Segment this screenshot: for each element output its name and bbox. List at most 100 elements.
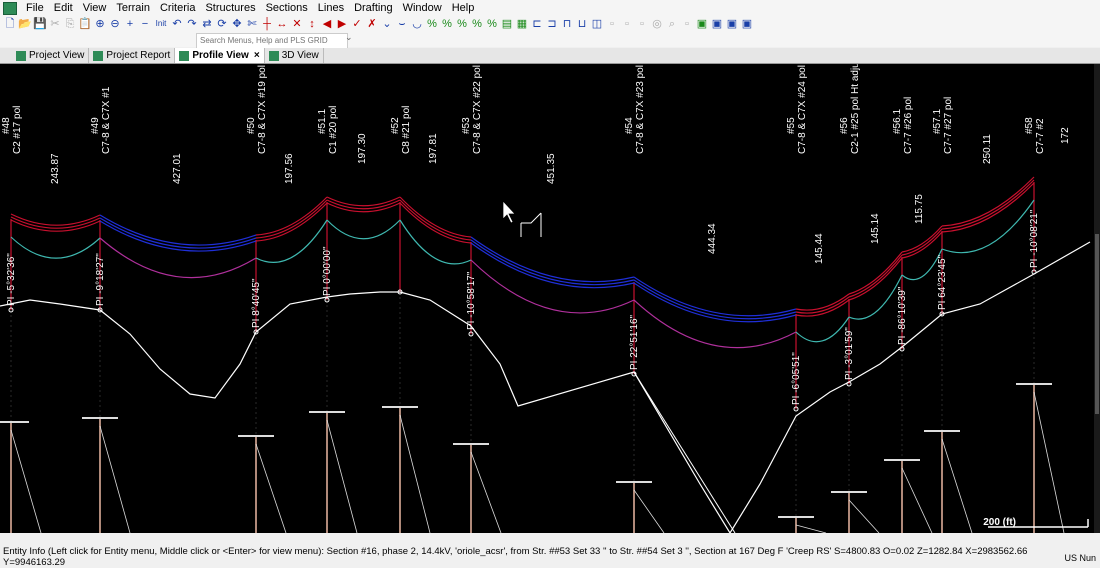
menu-structures[interactable]: Structures xyxy=(200,0,260,16)
insert-cursor-icon xyxy=(520,212,542,237)
profile-2-icon[interactable]: ⊐ xyxy=(545,17,559,31)
structure-right-icon[interactable]: ▶ xyxy=(335,17,349,31)
image-2-icon[interactable]: ▣ xyxy=(710,17,724,31)
disabled-2-icon[interactable]: ▫ xyxy=(620,17,634,31)
structure-type-label: C7-7 #2 xyxy=(1035,118,1046,154)
structure-type-label: C7-8 & C7X #23 pol xyxy=(635,65,646,154)
profile-drawing[interactable]: #48 C2 #17 polPI -5°32'36"#49 C7-8 & C7X #… xyxy=(0,64,1100,533)
percent-2-icon[interactable]: % xyxy=(440,17,454,31)
pan-icon[interactable]: ✥ xyxy=(230,17,244,31)
plus-icon[interactable]: + xyxy=(123,17,137,31)
menu-edit[interactable]: Edit xyxy=(49,0,78,16)
structure-cross-icon[interactable]: ✗ xyxy=(365,17,379,31)
new-icon[interactable]: 🗋 xyxy=(3,17,17,31)
delete-structure-icon[interactable]: ✕ xyxy=(290,17,304,31)
structure-id-label: #54 xyxy=(624,117,635,134)
menu-help[interactable]: Help xyxy=(447,0,480,16)
sag-tension-icon[interactable]: ⌣ xyxy=(395,17,409,31)
span-length-label: 145.44 xyxy=(814,233,825,264)
clearance-curve xyxy=(326,219,401,240)
percent-5-icon[interactable]: % xyxy=(485,17,499,31)
structure-left-icon[interactable]: ◀ xyxy=(320,17,334,31)
sag-curve-icon[interactable]: ◡ xyxy=(410,17,424,31)
structure-check-icon[interactable]: ✓ xyxy=(350,17,364,31)
disabled-1-icon[interactable]: ▫ xyxy=(605,17,619,31)
tab-project-view[interactable]: Project View xyxy=(12,48,90,63)
mouse-pointer-icon xyxy=(502,200,516,224)
pi-angle-label: PI -10°08'21" xyxy=(1029,209,1040,268)
menu-drafting[interactable]: Drafting xyxy=(349,0,398,16)
menu-file[interactable]: File xyxy=(21,0,49,16)
rotate-right-icon[interactable]: ↷ xyxy=(185,17,199,31)
zoom-in-icon[interactable]: ⊕ xyxy=(93,17,107,31)
refresh-icon[interactable]: ⟳ xyxy=(215,17,229,31)
copy-icon[interactable]: ⎘ xyxy=(63,17,77,31)
target-icon[interactable]: ◎ xyxy=(650,17,664,31)
guy-wire xyxy=(1033,391,1065,533)
sag-down-icon[interactable]: ⌄ xyxy=(380,17,394,31)
percent-3-icon[interactable]: % xyxy=(455,17,469,31)
span-length-label: 197.81 xyxy=(428,133,439,164)
menu-view[interactable]: View xyxy=(78,0,112,16)
profile-4-icon[interactable]: ⊔ xyxy=(575,17,589,31)
tab-3d-view[interactable]: 3D View xyxy=(265,48,324,63)
span-length-label: 145.14 xyxy=(870,213,881,244)
structure-id-label: #56 xyxy=(839,117,850,134)
image-3-icon[interactable]: ▣ xyxy=(725,17,739,31)
tab-profile-view[interactable]: Profile View × xyxy=(175,48,265,63)
image-1-icon[interactable]: ▣ xyxy=(695,17,709,31)
grid-icon[interactable]: ▦ xyxy=(515,17,529,31)
menu-criteria[interactable]: Criteria xyxy=(155,0,200,16)
pi-angle-label: PI -9°18'27" xyxy=(95,253,106,306)
profile-3-icon[interactable]: ⊓ xyxy=(560,17,574,31)
save-icon[interactable]: 💾 xyxy=(33,17,47,31)
close-icon[interactable]: × xyxy=(254,50,260,61)
structure-id-label: #57.1 xyxy=(932,109,943,134)
structure-type-label: C7-8 & C7X #19 pol xyxy=(257,65,268,154)
insert-structure-icon[interactable]: ↕ xyxy=(305,17,319,31)
structure-type-label: C7-8 & C7X #24 pol xyxy=(797,65,808,154)
guy-wire xyxy=(326,419,358,533)
structure-type-label: C7-8 & C7X #1 xyxy=(101,86,112,154)
rotate-left-icon[interactable]: ↶ xyxy=(170,17,184,31)
percent-4-icon[interactable]: % xyxy=(470,17,484,31)
report-icon[interactable]: ▤ xyxy=(500,17,514,31)
pi-angle-label: PI -86°10'39" xyxy=(897,286,908,345)
open-icon[interactable]: 📂 xyxy=(18,17,32,31)
image-4-icon[interactable]: ▣ xyxy=(740,17,754,31)
menu-lines[interactable]: Lines xyxy=(313,0,349,16)
conductor-wire xyxy=(399,202,472,244)
paste-icon[interactable]: 📋 xyxy=(78,17,92,31)
menu-terrain[interactable]: Terrain xyxy=(111,0,155,16)
search-dropdown-icon[interactable]: ⌄ xyxy=(345,32,353,43)
search-input[interactable] xyxy=(196,33,348,49)
structure-type-label: C1 #20 pol xyxy=(328,106,339,154)
scissors-icon[interactable]: ✄ xyxy=(245,17,259,31)
menu-window[interactable]: Window xyxy=(398,0,447,16)
disabled-4-icon[interactable]: ▫ xyxy=(680,17,694,31)
zoom-out-icon[interactable]: ⊖ xyxy=(108,17,122,31)
vertical-scrollbar[interactable] xyxy=(1094,64,1100,533)
swap-icon[interactable]: ⇄ xyxy=(200,17,214,31)
pi-angle-label: PI 0°00'00" xyxy=(322,246,333,296)
add-structure-icon[interactable]: ┼ xyxy=(260,17,274,31)
move-structure-icon[interactable]: ↔ xyxy=(275,17,289,31)
scrollbar-thumb[interactable] xyxy=(1095,234,1099,414)
structure-type-label: C2-1 #25 pol Ht adjust=-2.00 xyxy=(850,64,861,154)
profile-1-icon[interactable]: ⊏ xyxy=(530,17,544,31)
tab-label: Profile View xyxy=(192,50,249,61)
structure-type-label: C8 #21 pol xyxy=(401,106,412,154)
magnify-icon[interactable]: ⌕ xyxy=(665,17,679,31)
cut-icon[interactable]: ✂ xyxy=(48,17,62,31)
init-button[interactable]: Init xyxy=(153,17,169,31)
disabled-3-icon[interactable]: ▫ xyxy=(635,17,649,31)
span-length-label: 172 xyxy=(1060,127,1071,144)
percent-1-icon[interactable]: % xyxy=(425,17,439,31)
menu-sections[interactable]: Sections xyxy=(261,0,313,16)
tab-label: Project View xyxy=(29,50,85,61)
profile-view-canvas[interactable]: #48 C2 #17 pol PI -5°32'36" #49 C7-8 & C7X #… xyxy=(0,64,1100,533)
minus-icon[interactable]: − xyxy=(138,17,152,31)
3d-view-icon xyxy=(268,50,279,61)
profile-5-icon[interactable]: ◫ xyxy=(590,17,604,31)
tab-project-report[interactable]: Project Report xyxy=(89,48,176,63)
